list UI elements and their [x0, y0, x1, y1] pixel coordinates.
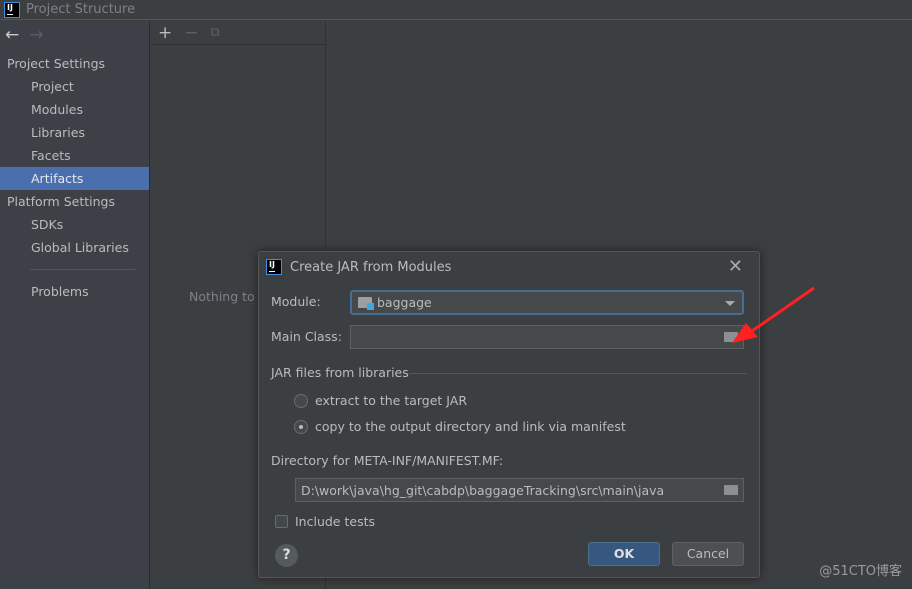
module-label: Module: [271, 294, 321, 309]
module-value: baggage [377, 295, 432, 310]
include-tests-label: Include tests [295, 514, 375, 529]
checkbox[interactable] [275, 515, 288, 528]
arrow-head [732, 323, 758, 343]
main-class-label: Main Class: [271, 329, 342, 344]
cancel-button[interactable]: Cancel [672, 542, 744, 566]
section-project-settings: Project Settings [7, 56, 106, 71]
jar-group-label: JAR files from libraries [271, 365, 409, 380]
sidebar-item-project[interactable]: Project [0, 75, 149, 98]
sidebar-item-global-libraries[interactable]: Global Libraries [0, 236, 149, 259]
browse-folder-icon[interactable] [724, 485, 738, 495]
help-button[interactable]: ? [275, 544, 298, 567]
back-arrow-icon[interactable]: ← [5, 25, 19, 45]
ok-button[interactable]: OK [588, 542, 660, 566]
sidebar-item-libraries[interactable]: Libraries [0, 121, 149, 144]
sidebar-item-problems[interactable]: Problems [0, 280, 149, 303]
module-folder-icon [358, 297, 374, 310]
radio-button[interactable] [294, 419, 308, 434]
sidebar-item-modules[interactable]: Modules [0, 98, 149, 121]
radio-extract-label: extract to the target JAR [315, 393, 468, 408]
directory-label: Directory for META-INF/MANIFEST.MF: [271, 453, 504, 468]
forward-arrow-icon[interactable]: → [29, 25, 43, 45]
title-bar: IJ Project Structure [0, 0, 912, 20]
create-jar-dialog: IJ Create JAR from Modules ✕ Module: bag… [258, 251, 760, 578]
include-tests-checkbox[interactable]: Include tests [275, 514, 375, 529]
section-platform-settings: Platform Settings [7, 194, 115, 209]
intellij-logo-icon: IJ [266, 259, 282, 275]
group-divider [409, 373, 747, 374]
module-dropdown[interactable]: baggage [350, 290, 744, 315]
divider [30, 269, 135, 270]
empty-text: Nothing to s [189, 289, 266, 304]
close-icon[interactable]: ✕ [728, 256, 743, 277]
sidebar-item-facets[interactable]: Facets [0, 144, 149, 167]
radio-copy-label: copy to the output directory and link vi… [315, 419, 626, 434]
red-annotation-arrow [732, 286, 815, 343]
sidebar-item-artifacts[interactable]: Artifacts [0, 167, 149, 190]
dialog-title: Create JAR from Modules [290, 259, 452, 275]
watermark: @51CTO博客 [819, 564, 902, 579]
sidebar-item-sdks[interactable]: SDKs [0, 213, 149, 236]
radio-copy[interactable]: copy to the output directory and link vi… [294, 419, 626, 434]
window-title: Project Structure [26, 2, 136, 17]
intellij-logo-icon: IJ [4, 1, 20, 18]
main-class-input[interactable] [350, 325, 744, 349]
sidebar: ← → Project Settings Project Modules Lib… [0, 21, 150, 589]
radio-button[interactable] [294, 393, 308, 408]
add-icon[interactable]: + [158, 23, 172, 43]
directory-input[interactable]: D:\work\java\hg_git\cabdp\baggageTrackin… [295, 478, 744, 502]
copy-icon[interactable]: ⧉ [211, 25, 220, 40]
arrow-shaft [751, 286, 815, 333]
directory-value: D:\work\java\hg_git\cabdp\baggageTrackin… [301, 482, 665, 498]
remove-icon[interactable]: − [184, 23, 198, 43]
radio-extract[interactable]: extract to the target JAR [294, 393, 467, 408]
